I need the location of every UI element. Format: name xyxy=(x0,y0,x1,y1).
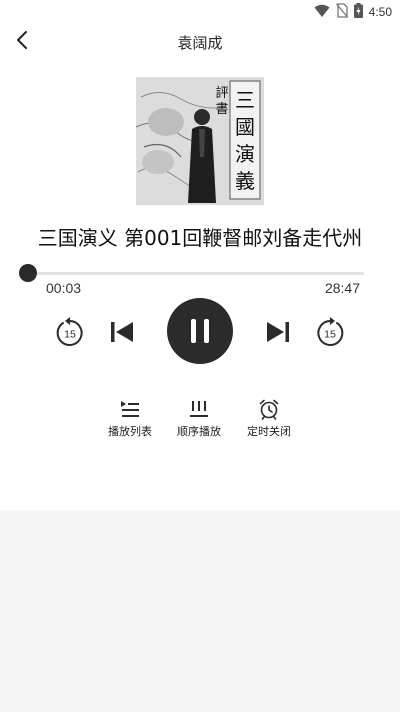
no-sim-icon xyxy=(335,2,348,22)
alarm-clock-icon xyxy=(259,399,279,420)
page-title: 袁阔成 xyxy=(177,34,223,52)
forward-15-button[interactable]: 15 xyxy=(313,316,347,350)
rewind-15-button[interactable]: 15 xyxy=(53,316,87,350)
pause-icon xyxy=(191,319,209,343)
skip-next-icon xyxy=(267,322,289,342)
rewind-seconds-label: 15 xyxy=(64,329,76,341)
playlist-icon xyxy=(121,401,139,417)
playlist-label: 播放列表 xyxy=(108,425,152,438)
cover-text-side-2: 書 xyxy=(215,102,228,117)
pause-button[interactable] xyxy=(167,298,233,364)
sleep-timer-button[interactable]: 定时关闭 xyxy=(239,398,299,439)
header: 袁阔成 xyxy=(0,26,400,58)
previous-track-button[interactable] xyxy=(106,316,138,348)
player-screen: 4:50 袁阔成 三 國 演 義 評 書 三国演义 第001回鞭督邮刘备走代州 … xyxy=(0,0,400,712)
forward-seconds-label: 15 xyxy=(324,329,336,341)
album-cover: 三 國 演 義 評 書 xyxy=(136,77,264,205)
track-title: 三国演义 第001回鞭督邮刘备走代州 xyxy=(37,226,363,250)
status-bar: 4:50 xyxy=(0,0,400,24)
status-time: 4:50 xyxy=(368,5,392,19)
rewind-15-icon: 15 xyxy=(56,317,83,346)
sleep-timer-label: 定时关闭 xyxy=(247,425,291,438)
progress-thumb[interactable] xyxy=(19,264,37,282)
sequential-play-icon xyxy=(190,401,208,417)
cover-text-main-3: 演 xyxy=(235,142,255,166)
sequential-play-button[interactable]: 顺序播放 xyxy=(169,398,229,439)
skip-previous-icon xyxy=(111,322,133,342)
wifi-icon xyxy=(314,3,330,22)
next-track-button[interactable] xyxy=(262,316,294,348)
total-time: 28:47 xyxy=(324,280,360,296)
forward-15-icon: 15 xyxy=(317,317,344,346)
sequential-play-label: 顺序播放 xyxy=(177,425,221,438)
progress-bar[interactable] xyxy=(28,272,364,275)
playlist-button[interactable]: 播放列表 xyxy=(100,398,160,439)
cover-text-main-2: 國 xyxy=(235,115,255,139)
empty-area xyxy=(0,510,400,712)
cover-text-main-4: 義 xyxy=(235,169,255,193)
current-time: 00:03 xyxy=(46,280,82,296)
cover-text-side-1: 評 xyxy=(215,86,228,101)
cover-text-main-1: 三 xyxy=(235,88,255,112)
battery-charging-icon xyxy=(353,2,363,22)
cover-art: 三 國 演 義 評 書 xyxy=(136,77,264,205)
